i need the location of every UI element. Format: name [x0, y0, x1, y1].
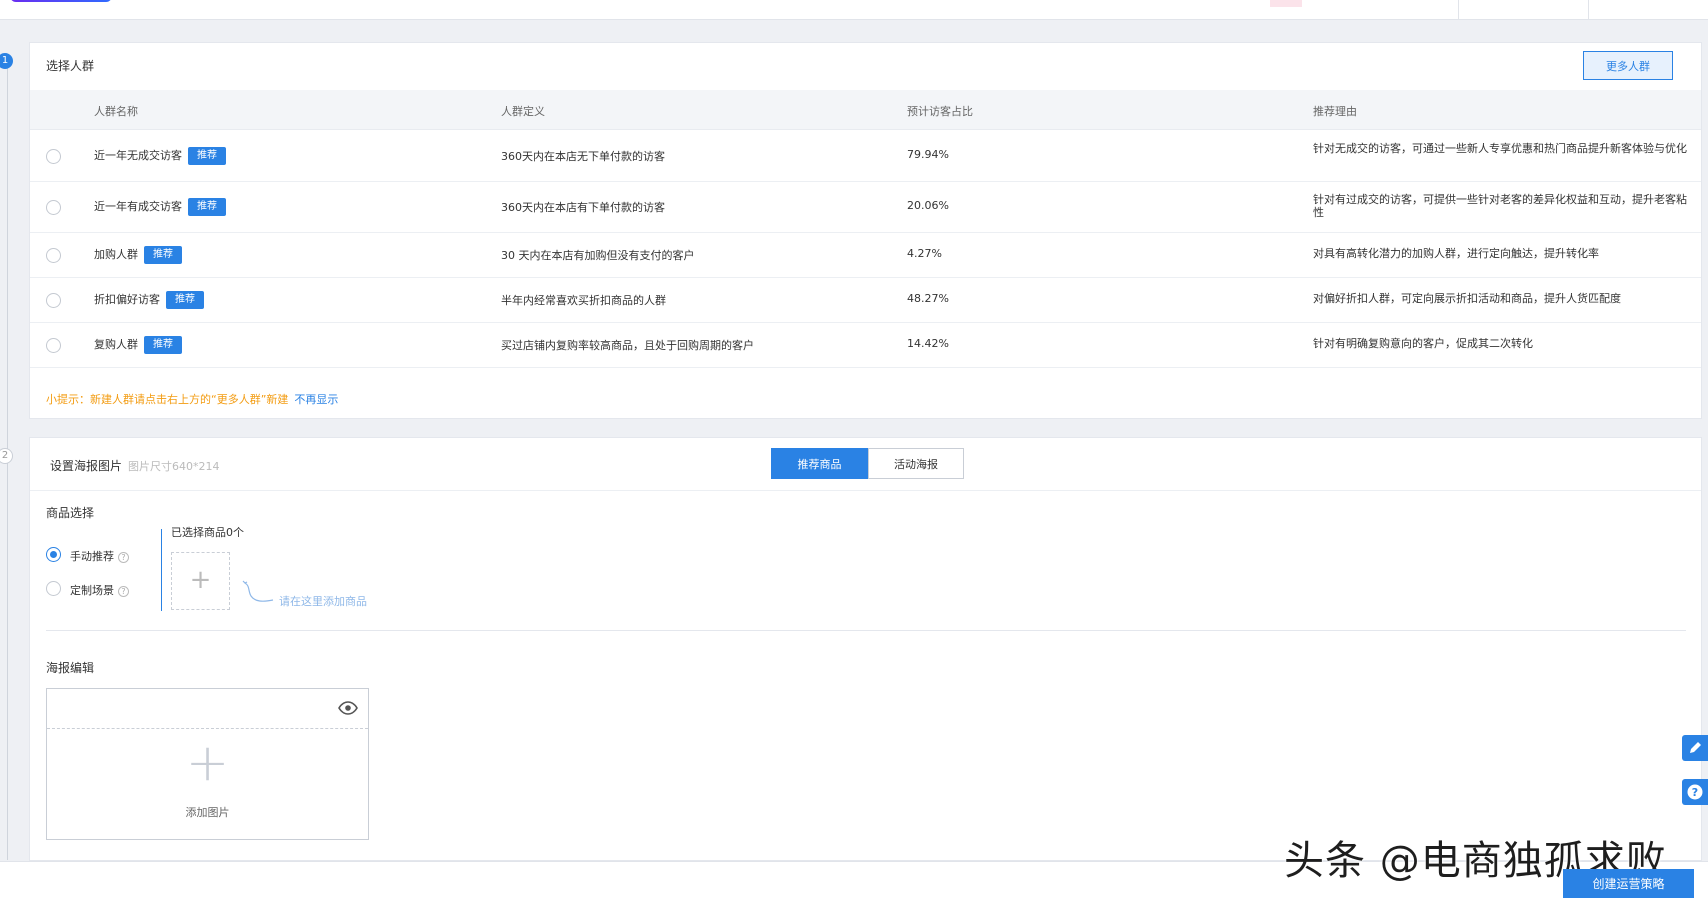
help-glyph: ?: [1692, 786, 1698, 799]
audience-definition: 360天内在本店无下单付款的访客: [501, 150, 665, 163]
recommend-badge: 推荐: [144, 336, 182, 354]
tip-text: 小提示：新建人群请点击右上方的“更多人群”新建 不再显示: [46, 391, 338, 407]
audience-ratio: 20.06%: [907, 199, 949, 212]
manual-recommend-radio[interactable]: [46, 547, 61, 562]
add-product-hint: 请在这里添加商品: [279, 595, 367, 608]
row-radio[interactable]: [46, 200, 61, 215]
manual-recommend-label: 手动推荐: [70, 550, 114, 563]
audience-title: 选择人群: [46, 59, 95, 73]
selection-divider: [161, 529, 162, 611]
help-icon: ?: [1687, 784, 1703, 800]
row-radio[interactable]: [46, 293, 61, 308]
column-header-name: 人群名称: [94, 105, 138, 118]
manual-recommend-option[interactable]: 手动推荐?: [70, 548, 129, 564]
audience-reason: 对偏好折扣人群，可定向展示折扣活动和商品，提升人货匹配度: [1313, 292, 1621, 305]
custom-scene-option[interactable]: 定制场景?: [70, 582, 129, 598]
audience-definition: 360天内在本店有下单付款的访客: [501, 201, 665, 214]
audience-card: 选择人群 更多人群 人群名称 人群定义 预计访客占比 推荐理由 近一年无成交访客…: [29, 42, 1702, 419]
divider: [30, 490, 1701, 491]
selected-count: 已选择商品0个: [171, 526, 244, 539]
audience-reason: 针对无成交的访客，可通过一些新人专享优惠和热门商品提升新客体验与优化: [1313, 142, 1687, 155]
top-divider: [1588, 0, 1589, 20]
audience-definition: 买过店铺内复购率较高商品，且处于回购周期的客户: [501, 339, 754, 352]
poster-title-text: 设置海报图片: [50, 459, 123, 473]
more-audience-button[interactable]: 更多人群: [1583, 51, 1673, 80]
step-1-marker: 1: [0, 53, 13, 69]
column-header-ratio: 预计访客占比: [907, 105, 973, 118]
top-highlight: [1270, 0, 1302, 7]
audience-ratio: 48.27%: [907, 292, 949, 305]
row-radio[interactable]: [46, 248, 61, 263]
table-row[interactable]: 加购人群 推荐 30 天内在本店有加购但没有支付的客户 4.27% 对具有高转化潜…: [30, 233, 1701, 278]
audience-ratio: 4.27%: [907, 247, 942, 260]
table-row[interactable]: 近一年无成交访客 推荐 360天内在本店无下单付款的访客 79.94% 针对无成交…: [30, 131, 1701, 182]
poster-card: 设置海报图片 图片尺寸640*214 推荐商品 活动海报 商品选择 手动推荐? 定…: [29, 437, 1702, 861]
table-row[interactable]: 折扣偏好访客 推荐 半年内经常喜欢买折扣商品的人群 48.27% 对偏好折扣人群，…: [30, 278, 1701, 323]
help-icon[interactable]: ?: [118, 552, 129, 563]
audience-reason: 对具有高转化潜力的加购人群，进行定向触达，提升转化率: [1313, 247, 1599, 260]
add-image-plus-icon[interactable]: +: [47, 737, 368, 789]
dont-show-again-link[interactable]: 不再显示: [294, 393, 338, 406]
step-2-marker: 2: [0, 448, 13, 464]
audience-name: 加购人群 推荐: [94, 246, 182, 264]
curved-arrow-icon: [242, 580, 274, 602]
custom-scene-radio[interactable]: [46, 581, 61, 596]
top-divider: [1458, 0, 1459, 20]
column-header-reason: 推荐理由: [1313, 105, 1357, 118]
audience-name-text: 加购人群: [94, 248, 138, 261]
audience-name-text: 近一年无成交访客: [94, 149, 182, 162]
add-image-label[interactable]: 添加图片: [47, 804, 368, 820]
help-icon[interactable]: ?: [118, 586, 129, 597]
poster-edit-label: 海报编辑: [46, 661, 95, 675]
audience-definition: 30 天内在本店有加购但没有支付的客户: [501, 249, 695, 262]
audience-name-text: 近一年有成交访客: [94, 200, 182, 213]
brand-logo: [10, 0, 112, 2]
audience-name: 近一年无成交访客 推荐: [94, 147, 226, 165]
top-bar: [0, 0, 1708, 20]
audience-ratio: 14.42%: [907, 337, 949, 350]
recommend-badge: 推荐: [144, 246, 182, 264]
audience-table-header: 人群名称 人群定义 预计访客占比 推荐理由: [30, 90, 1701, 130]
create-strategy-button[interactable]: 创建运营策略: [1563, 869, 1694, 898]
audience-name: 复购人群 推荐: [94, 336, 182, 354]
poster-editor: + 添加图片: [46, 688, 369, 840]
custom-scene-label: 定制场景: [70, 584, 114, 597]
tip-message: 小提示：新建人群请点击右上方的“更多人群”新建: [46, 393, 289, 406]
poster-editor-toolbar: [47, 689, 368, 729]
recommend-badge: 推荐: [166, 291, 204, 309]
row-radio[interactable]: [46, 149, 61, 164]
edit-icon: [1690, 742, 1701, 753]
eye-icon[interactable]: [338, 701, 358, 715]
audience-reason: 针对有明确复购意向的客户，促成其二次转化: [1313, 337, 1533, 350]
tab-recommended-products[interactable]: 推荐商品: [771, 448, 868, 479]
side-help-button[interactable]: ?: [1682, 779, 1708, 805]
audience-name-text: 复购人群: [94, 338, 138, 351]
column-header-definition: 人群定义: [501, 105, 545, 118]
recommend-badge: 推荐: [188, 198, 226, 216]
poster-title: 设置海报图片 图片尺寸640*214: [50, 457, 220, 474]
audience-name: 折扣偏好访客 推荐: [94, 291, 204, 309]
tab-event-poster[interactable]: 活动海报: [868, 448, 964, 479]
product-select-label: 商品选择: [46, 506, 95, 520]
table-row[interactable]: 复购人群 推荐 买过店铺内复购率较高商品，且处于回购周期的客户 14.42% 针对…: [30, 323, 1701, 368]
audience-name-text: 折扣偏好访客: [94, 293, 160, 306]
add-product-box[interactable]: +: [171, 552, 230, 610]
divider: [46, 630, 1686, 631]
audience-reason: 针对有过成交的访客，可提供一些针对老客的差异化权益和互动，提升老客粘性: [1313, 193, 1687, 219]
table-row[interactable]: 近一年有成交访客 推荐 360天内在本店有下单付款的访客 20.06% 针对有过成…: [30, 182, 1701, 233]
poster-size-hint: 图片尺寸640*214: [128, 460, 220, 473]
audience-ratio: 79.94%: [907, 148, 949, 161]
audience-name: 近一年有成交访客 推荐: [94, 198, 226, 216]
audience-definition: 半年内经常喜欢买折扣商品的人群: [501, 294, 666, 307]
row-radio[interactable]: [46, 338, 61, 353]
recommend-badge: 推荐: [188, 147, 226, 165]
side-edit-button[interactable]: [1682, 735, 1708, 761]
